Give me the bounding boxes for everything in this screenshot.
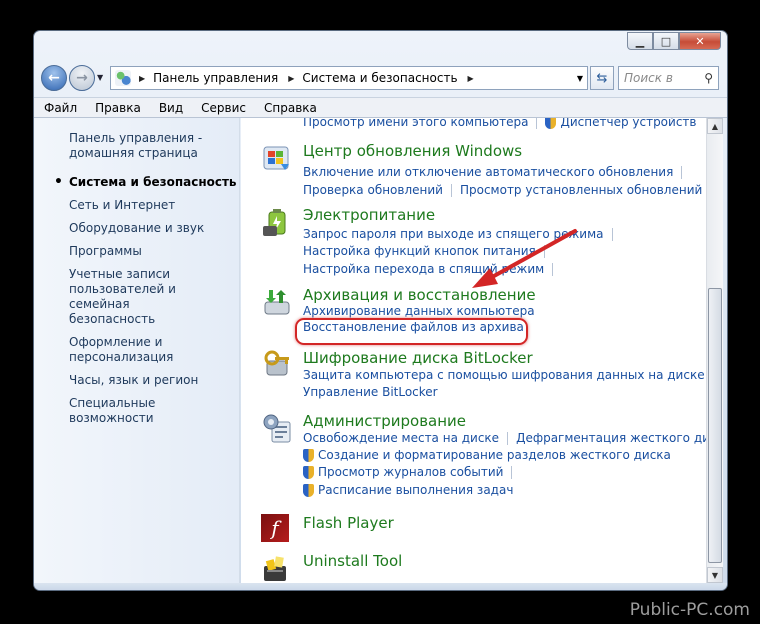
bitlocker-row-2: Управление BitLocker (303, 385, 438, 399)
scroll-up-arrow-icon[interactable]: ▲ (707, 118, 723, 134)
link-separator (511, 465, 513, 479)
control-panel-icon (115, 70, 131, 86)
bitlocker-title[interactable]: Шифрование диска BitLocker (303, 349, 533, 367)
link-separator (681, 165, 683, 179)
control-panel-window: ▁ □ ✕ ← → ▼ ▶ Панель управления ▶ Систем… (33, 30, 728, 591)
refresh-button[interactable]: ⇆ (590, 66, 614, 90)
uac-shield-icon (303, 448, 314, 462)
admin-row-3: Просмотр журналов событий (303, 465, 520, 479)
uac-shield-icon (303, 465, 314, 479)
sidebar: Панель управления - домашняя страница Си… (34, 118, 240, 583)
recent-pages-dropdown-icon[interactable]: ▼ (97, 73, 103, 82)
admin-row-1: Освобождение места на диске Дефрагментац… (303, 431, 706, 445)
pointer-arrow-icon (472, 229, 577, 288)
administration-title[interactable]: Администрирование (303, 412, 466, 430)
create-format-partitions-link[interactable]: Создание и форматирование разделов жестк… (318, 448, 671, 462)
protect-computer-encryption-link[interactable]: Защита компьютера с помощью шифрования д… (303, 368, 705, 382)
backup-row-1: Архивирование данных компьютера (303, 304, 535, 318)
window-bottom-edge (34, 583, 727, 590)
uac-shield-icon (303, 483, 314, 497)
manage-bitlocker-link[interactable]: Управление BitLocker (303, 385, 438, 399)
menu-edit[interactable]: Правка (95, 101, 141, 115)
address-dropdown-icon[interactable]: ▼ (577, 74, 583, 83)
breadcrumb-system-security[interactable]: Система и безопасность (302, 71, 457, 85)
address-bar[interactable]: ▶ Панель управления ▶ Система и безопасн… (110, 66, 588, 90)
scroll-down-arrow-icon[interactable]: ▼ (707, 567, 723, 583)
uninstall-tool-icon (264, 556, 286, 581)
link-separator (450, 183, 452, 197)
sidebar-item-network[interactable]: Сеть и Интернет (34, 198, 239, 213)
back-button[interactable]: ← (41, 65, 67, 91)
sidebar-item-programs[interactable]: Программы (34, 244, 239, 259)
search-placeholder: Поиск в (624, 71, 673, 85)
window-caption-buttons: ▁ □ ✕ (627, 32, 721, 50)
sidebar-item-hardware[interactable]: Оборудование и звук (34, 221, 239, 236)
menu-service[interactable]: Сервис (201, 101, 246, 115)
windows-update-row-1: Включение или отключение автоматического… (303, 165, 690, 179)
sidebar-item-home[interactable]: Панель управления - домашняя страница (34, 131, 239, 161)
search-icon: ⚲ (704, 71, 713, 85)
scrollbar-thumb[interactable] (708, 288, 722, 563)
search-input[interactable]: Поиск в ⚲ (618, 66, 719, 90)
admin-row-2: Создание и форматирование разделов жестк… (303, 448, 671, 462)
sidebar-item-clock-region[interactable]: Часы, язык и регион (34, 373, 239, 388)
menu-file[interactable]: Файл (44, 101, 77, 115)
link-separator (536, 118, 538, 129)
backup-computer-link[interactable]: Архивирование данных компьютера (303, 304, 535, 318)
vertical-scrollbar[interactable]: ▲ ▼ (706, 118, 723, 583)
schedule-tasks-link[interactable]: Расписание выполнения задач (318, 483, 513, 497)
disk-cleanup-link[interactable]: Освобождение места на диске (303, 431, 499, 445)
check-updates-link[interactable]: Проверка обновлений (303, 183, 443, 197)
refresh-icon: ⇆ (596, 70, 608, 86)
menu-help[interactable]: Справка (264, 101, 317, 115)
breadcrumb-chevron-icon: ▶ (467, 73, 474, 83)
sidebar-item-user-accounts[interactable]: Учетные записи пользователей и семейная … (34, 267, 239, 327)
bitlocker-key-icon (264, 350, 289, 376)
close-button[interactable]: ✕ (679, 32, 721, 50)
windows-update-row-2: Проверка обновлений Просмотр установленн… (303, 183, 702, 197)
uac-shield-icon (545, 118, 557, 129)
maximize-button[interactable]: □ (653, 32, 679, 50)
flash-player-icon: f (261, 514, 289, 542)
view-installed-updates-link[interactable]: Просмотр установленных обновлений (460, 183, 702, 197)
menu-bar: Файл Правка Вид Сервис Справка (34, 97, 727, 118)
power-title[interactable]: Электропитание (303, 206, 435, 224)
sidebar-item-appearance[interactable]: Оформление и персонализация (34, 335, 239, 365)
defragment-link[interactable]: Дефрагментация жесткого диска (516, 431, 706, 445)
uninstall-tool-title[interactable]: Uninstall Tool (303, 552, 402, 570)
view-event-logs-link[interactable]: Просмотр журналов событий (318, 465, 503, 479)
sidebar-item-system-security: Система и безопасность (34, 175, 239, 190)
windows-update-icon (263, 146, 289, 170)
minimize-button[interactable]: ▁ (627, 32, 653, 50)
breadcrumb-control-panel[interactable]: Панель управления (153, 71, 278, 85)
flash-player-title[interactable]: Flash Player (303, 514, 394, 532)
toggle-auto-update-link[interactable]: Включение или отключение автоматического… (303, 165, 673, 179)
windows-update-title[interactable]: Центр обновления Windows (303, 142, 522, 160)
link-separator (507, 431, 509, 445)
breadcrumb-chevron-icon: ▶ (139, 73, 146, 83)
link-separator (611, 227, 613, 241)
view-computer-name-link[interactable]: Просмотр имени этого компьютера (303, 118, 528, 129)
menu-view[interactable]: Вид (159, 101, 183, 115)
bitlocker-row-1: Защита компьютера с помощью шифрования д… (303, 368, 706, 382)
navigation-bar: ← → ▼ ▶ Панель управления ▶ Система и бе… (34, 63, 727, 93)
admin-tools-icon (263, 414, 291, 443)
admin-row-4: Расписание выполнения задач (303, 483, 513, 497)
sidebar-item-accessibility[interactable]: Специальные возможности (34, 396, 239, 426)
battery-icon (263, 209, 286, 236)
forward-button[interactable]: → (69, 65, 95, 91)
watermark: Public-PC.com (629, 600, 750, 620)
highlight-restore-files-box (295, 318, 528, 345)
main-content: Просмотр имени этого компьютера Диспетче… (241, 118, 706, 583)
system-links-row: Просмотр имени этого компьютера Диспетче… (303, 118, 697, 129)
device-manager-link[interactable]: Диспетчер устройств (560, 118, 696, 129)
backup-restore-icon (264, 290, 290, 315)
breadcrumb-chevron-icon: ▶ (288, 73, 295, 83)
